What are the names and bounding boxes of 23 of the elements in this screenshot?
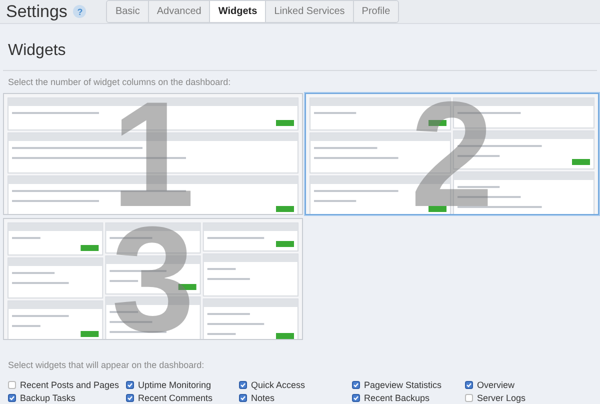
widget-label: Backup Tasks <box>20 392 76 402</box>
layout-option[interactable]: 2 <box>305 93 599 215</box>
widget-label: Notes <box>251 392 275 402</box>
widgets-prompt: Select widgets that will appear on the dashboard: <box>8 360 206 370</box>
layout-option[interactable]: 1 <box>3 93 303 215</box>
widget-label: Recent Comments <box>138 392 213 402</box>
settings-tab[interactable]: Widgets <box>210 1 266 22</box>
widget-label: Recent Backups <box>364 392 430 402</box>
section-title: Widgets <box>8 42 67 60</box>
columns-prompt: Select the number of widget columns on the dashboard: <box>8 77 232 87</box>
settings-tab[interactable]: Basic <box>107 1 149 22</box>
widget-label: Quick Access <box>251 380 306 390</box>
widget-label: Recent Posts and Pages <box>20 380 120 390</box>
widget-label: Server Logs <box>477 392 526 402</box>
layout-number: 2 <box>410 94 494 214</box>
layout-number: 1 <box>111 94 195 214</box>
help-icon[interactable]: ? <box>73 5 86 18</box>
layout-option[interactable]: 3 <box>3 218 303 340</box>
layout-number: 3 <box>111 219 195 339</box>
widget-label: Overview <box>477 380 515 390</box>
page-title: Settings <box>6 2 68 22</box>
widget-label: Pageview Statistics <box>364 380 442 390</box>
widget-label: Uptime Monitoring <box>138 380 212 390</box>
